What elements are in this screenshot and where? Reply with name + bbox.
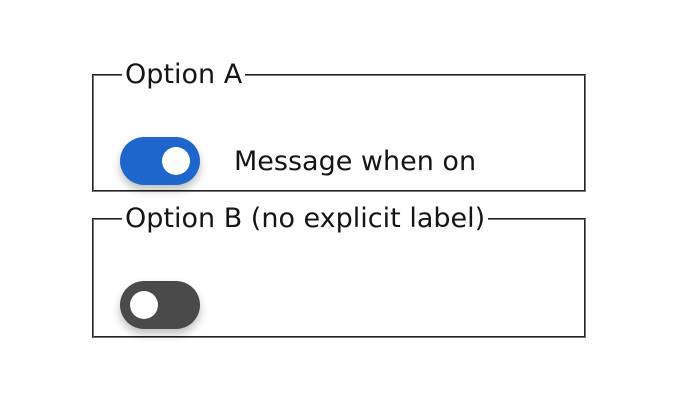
- option-a-fieldset: Option A Message when on: [92, 60, 586, 192]
- option-b-row: [120, 280, 200, 330]
- option-b-legend: Option B (no explicit label): [125, 203, 486, 234]
- option-a-switch-knob: [162, 147, 190, 175]
- option-a-switch[interactable]: [120, 137, 200, 185]
- option-b-fieldset: Option B (no explicit label): [92, 204, 586, 338]
- option-a-legend: Option A: [125, 59, 243, 90]
- option-b-switch-knob: [130, 291, 158, 319]
- option-a-switch-label: Message when on: [234, 145, 477, 177]
- option-a-row: Message when on: [120, 136, 476, 186]
- option-b-switch[interactable]: [120, 281, 200, 329]
